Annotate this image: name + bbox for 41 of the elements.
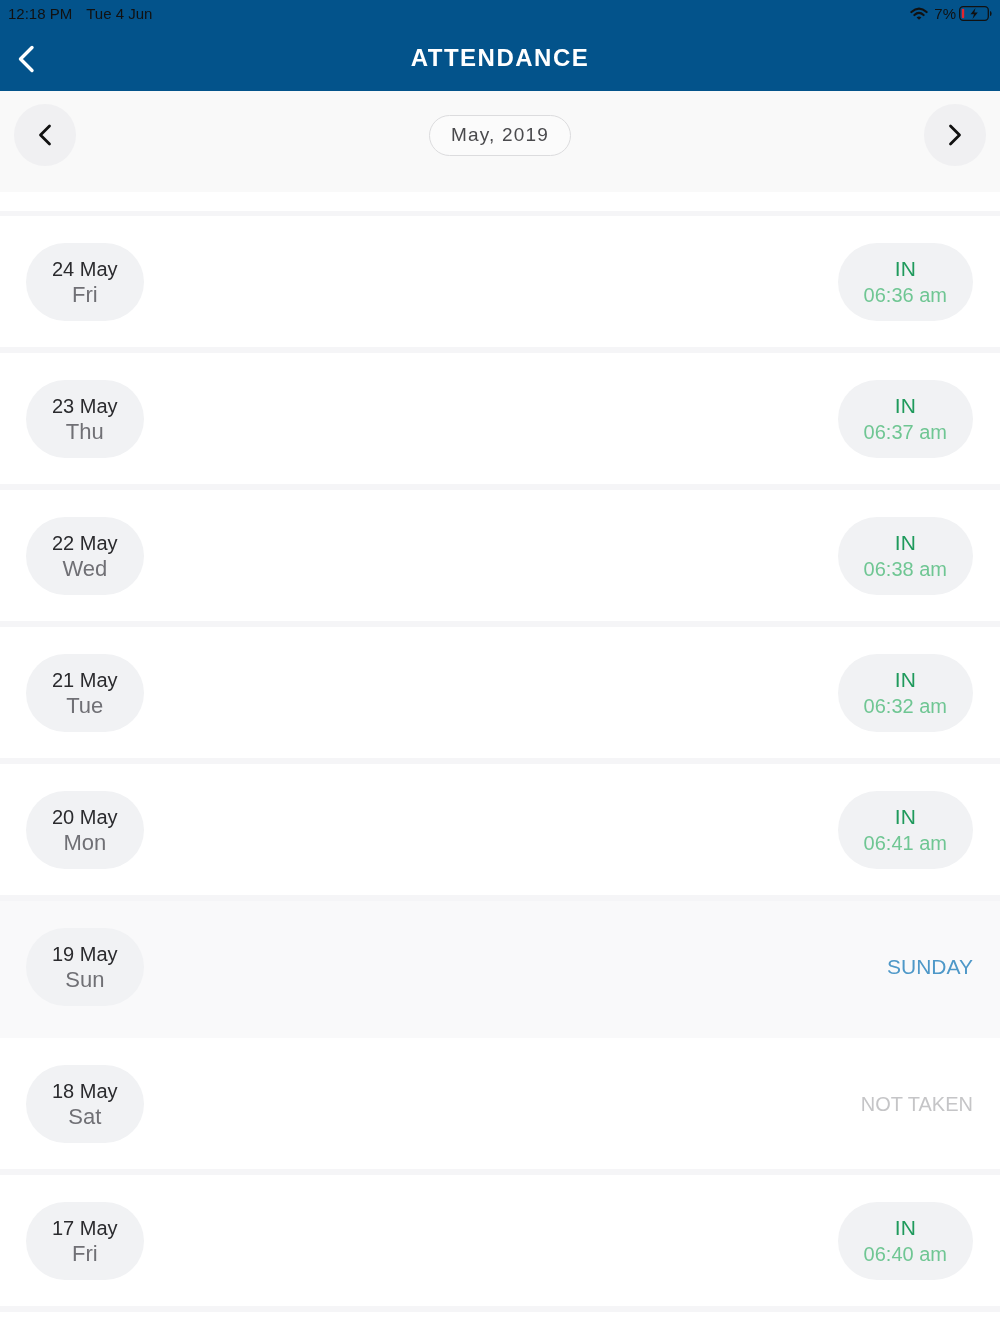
weekday-text: Fri xyxy=(71,281,98,308)
chevron-left-icon xyxy=(38,124,52,146)
weekday-text: Thu xyxy=(65,418,104,445)
status-text: IN xyxy=(894,666,916,693)
chevron-right-icon xyxy=(948,124,962,146)
status-text: NOT TAKEN xyxy=(860,1091,973,1117)
holiday-text: SUNDAY xyxy=(887,953,973,980)
date-text: 18 May xyxy=(52,1078,118,1104)
time-text: 06:37 am xyxy=(863,419,947,445)
date-text: 23 May xyxy=(52,393,118,419)
date-text: 17 May xyxy=(52,1215,118,1241)
time-text: 06:36 am xyxy=(863,282,947,308)
date-text: 21 May xyxy=(52,667,118,693)
chevron-left-icon xyxy=(17,44,35,73)
wifi-icon xyxy=(910,6,929,20)
date-text: 24 May xyxy=(52,256,118,282)
status-date: Tue 4 Jun xyxy=(86,4,153,22)
weekday-text: Wed xyxy=(62,555,108,582)
weekday-text: Fri xyxy=(71,1240,98,1267)
weekday-text: Mon xyxy=(63,829,107,856)
time-text: 06:32 am xyxy=(863,693,947,719)
date-text: 22 May xyxy=(52,530,118,556)
day-row[interactable]: 19 May Sun SUNDAY xyxy=(0,901,1000,1038)
time-text: 06:41 am xyxy=(863,830,947,856)
date-text: 20 May xyxy=(52,804,118,830)
status-text: IN xyxy=(894,803,916,830)
month-picker-button[interactable]: May, 2019 xyxy=(428,114,572,156)
battery-icon xyxy=(959,5,992,21)
status-time: 12:18 PM xyxy=(8,4,73,22)
date-text: 19 May xyxy=(52,941,118,967)
time-text: 06:38 am xyxy=(863,556,947,582)
weekday-text: Sat xyxy=(68,1103,102,1130)
battery-percent: 7% xyxy=(934,4,956,22)
page-title: ATTENDANCE xyxy=(410,43,590,73)
weekday-text: Tue xyxy=(66,692,104,719)
status-text: IN xyxy=(894,1214,916,1241)
weekday-text: Sun xyxy=(65,966,105,993)
status-text: IN xyxy=(894,392,916,419)
status-text: IN xyxy=(894,529,916,556)
time-text: 06:40 am xyxy=(863,1241,947,1267)
status-text: IN xyxy=(894,255,916,282)
